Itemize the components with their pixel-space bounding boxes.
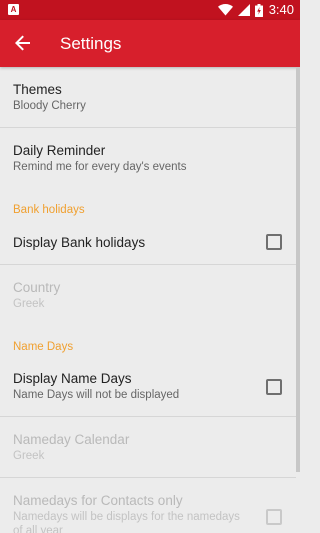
display-name-days-title: Display Name Days [13, 371, 132, 386]
daily-reminder-summary: Remind me for every day's events [13, 161, 187, 173]
country-summary: Greek [13, 298, 45, 310]
display-bank-holidays-preference[interactable]: Display Bank holidays [0, 223, 300, 265]
page-title: Settings [60, 34, 122, 53]
themes-preference[interactable]: Themes Bloody Cherry [0, 67, 300, 127]
display-name-days-summary: Name Days will not be displayed [13, 389, 180, 401]
nameday-calendar-title: Nameday Calendar [13, 432, 130, 447]
back-button[interactable] [6, 26, 40, 60]
settings-screen: A 3:40 Settings Themes Bloody Cherry Dai… [0, 0, 300, 533]
daily-reminder-title: Daily Reminder [13, 143, 106, 158]
display-name-days-preference[interactable]: Display Name Days Name Days will not be … [0, 359, 300, 415]
country-preference[interactable]: Country Greek [0, 265, 300, 325]
namedays-contacts-only-checkbox[interactable] [266, 509, 282, 525]
cell-signal-icon [237, 4, 250, 16]
status-icons: 3:40 [217, 2, 294, 17]
scrollbar[interactable] [296, 67, 300, 472]
country-title: Country [13, 280, 61, 295]
display-bank-holidays-title: Display Bank holidays [13, 235, 146, 250]
category-bank-holidays: Bank holidays [13, 204, 85, 216]
category-name-days: Name Days [13, 341, 74, 353]
battery-charging-icon [254, 3, 263, 17]
themes-summary: Bloody Cherry [13, 100, 86, 112]
settings-list: Themes Bloody Cherry Daily Reminder Remi… [0, 67, 300, 533]
themes-title: Themes [13, 82, 62, 97]
toolbar: Settings [0, 20, 300, 67]
namedays-contacts-only-summary: Namedays will be displays for the nameda… [13, 511, 240, 523]
app-notification-icon: A [8, 4, 19, 15]
display-name-days-checkbox[interactable] [266, 379, 282, 395]
display-bank-holidays-checkbox[interactable] [266, 234, 282, 250]
nameday-calendar-summary: Greek [13, 450, 45, 462]
namedays-contacts-only-title: Namedays for Contacts only [13, 493, 183, 508]
wifi-icon [217, 4, 233, 16]
daily-reminder-preference[interactable]: Daily Reminder Remind me for every day's… [0, 128, 300, 188]
namedays-contacts-only-summary-continued: of all year [13, 525, 63, 533]
arrow-back-icon [15, 35, 30, 51]
namedays-contacts-only-preference[interactable]: Namedays for Contacts only Namedays will… [0, 478, 300, 533]
status-time: 3:40 [268, 2, 294, 17]
nameday-calendar-preference[interactable]: Nameday Calendar Greek [0, 417, 300, 477]
status-bar: A 3:40 [0, 0, 300, 20]
